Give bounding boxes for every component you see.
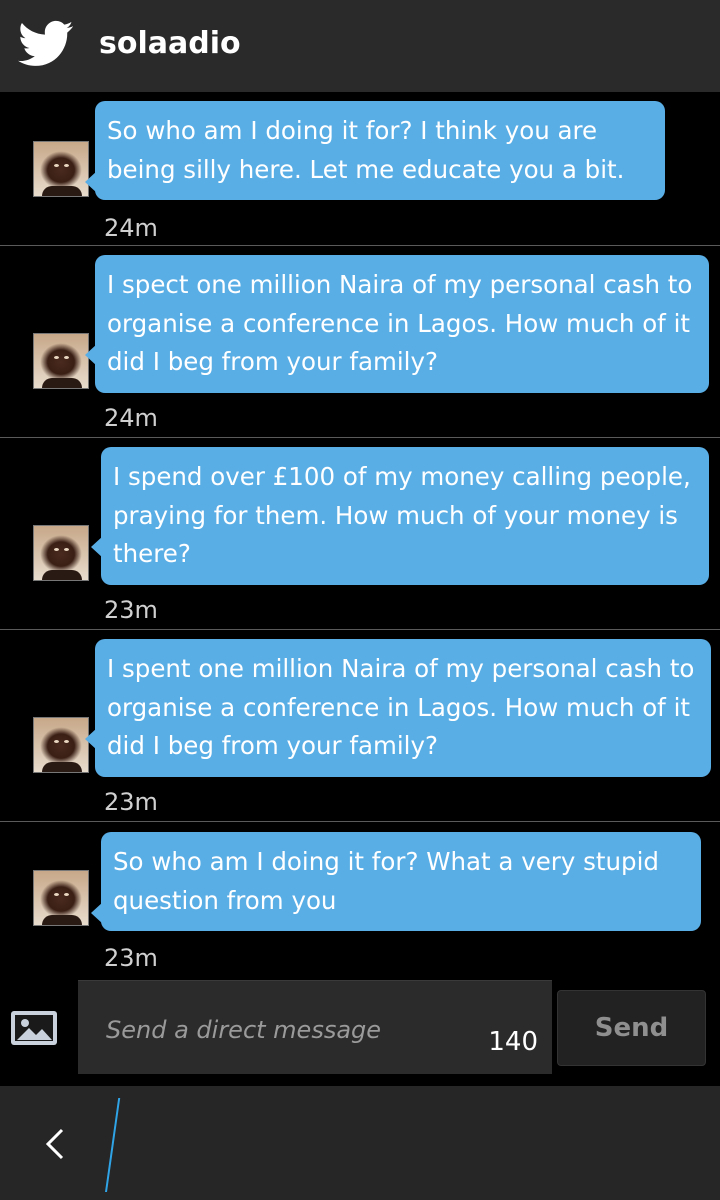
avatar[interactable] (33, 717, 89, 773)
message-row: I spend over £100 of my money calling pe… (0, 438, 720, 630)
message-bubble[interactable]: I spent one million Naira of my personal… (85, 639, 711, 777)
message-timestamp: 24m (104, 214, 158, 242)
message-row: I spect one million Naira of my personal… (0, 246, 720, 438)
avatar[interactable] (33, 141, 89, 197)
message-row: So who am I doing it for? I think you ar… (0, 92, 720, 246)
twitter-bird-icon (18, 20, 74, 66)
back-chevron-icon[interactable] (38, 1126, 74, 1162)
message-row: I spent one million Naira of my personal… (0, 630, 720, 822)
character-counter: 140 (488, 1027, 538, 1057)
message-input[interactable]: Send a direct message 140 (78, 980, 552, 1074)
bottom-action-bar (0, 1086, 720, 1200)
app-header: solaadio (0, 0, 720, 92)
message-bubble[interactable]: So who am I doing it for? I think you ar… (85, 101, 665, 200)
message-row: So who am I doing it for? What a very st… (0, 822, 720, 982)
avatar[interactable] (33, 333, 89, 389)
message-bubble[interactable]: So who am I doing it for? What a very st… (91, 832, 701, 931)
message-timestamp: 24m (104, 404, 158, 432)
message-timestamp: 23m (104, 788, 158, 816)
message-timestamp: 23m (104, 596, 158, 624)
message-bubble[interactable]: I spend over £100 of my money calling pe… (91, 447, 709, 585)
message-bubble[interactable]: I spect one million Naira of my personal… (85, 255, 709, 393)
avatar[interactable] (33, 870, 89, 926)
send-button[interactable]: Send (557, 990, 706, 1066)
image-attach-icon[interactable] (10, 1010, 58, 1046)
divider-line (105, 1098, 121, 1192)
avatar[interactable] (33, 525, 89, 581)
message-input-placeholder: Send a direct message (106, 1016, 382, 1044)
conversation-title: solaadio (99, 26, 241, 61)
message-timestamp: 23m (104, 944, 158, 972)
